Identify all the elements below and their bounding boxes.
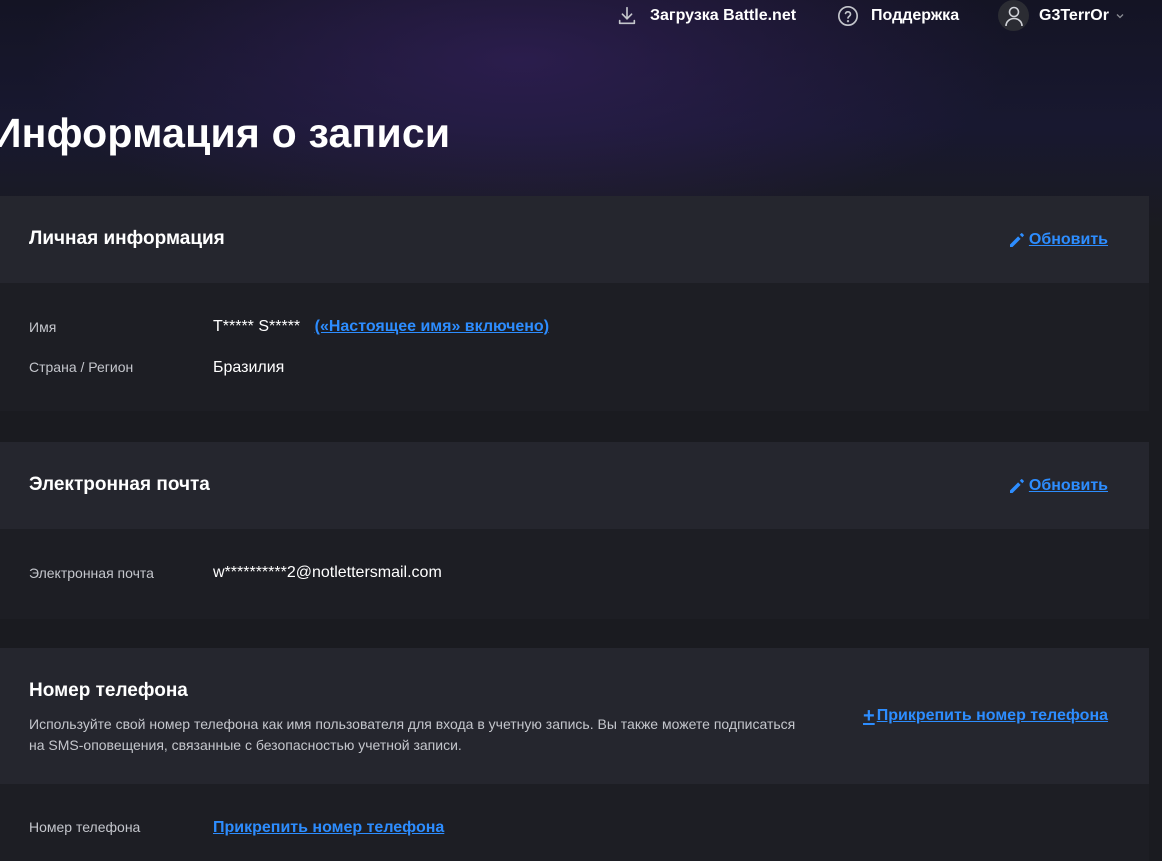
account-name: G3TerrOr — [1039, 6, 1109, 24]
pencil-icon — [1009, 479, 1024, 493]
phone-body: Номер телефона Прикрепить номер телефона — [0, 784, 1149, 861]
page-title: Информация о записи — [0, 110, 451, 156]
account-menu[interactable]: G3TerrOr — [998, 0, 1125, 31]
phone-title: Номер телефона — [29, 680, 188, 701]
email-header: Электронная почта Обновить — [0, 442, 1149, 529]
chevron-down-icon — [1116, 13, 1124, 18]
personal-info-body: Имя T***** S***** («Настоящее имя» включ… — [0, 283, 1149, 411]
personal-info-title: Личная информация — [29, 228, 225, 249]
real-id-link[interactable]: («Настоящее имя» включено) — [315, 318, 549, 335]
country-label: Страна / Регион — [29, 359, 134, 375]
email-card: Электронная почта Обновить Электронная п… — [0, 442, 1149, 619]
email-title: Электронная почта — [29, 474, 210, 495]
support-link[interactable]: Поддержка — [837, 5, 959, 27]
download-label: Загрузка Battle.net — [650, 7, 797, 24]
download-icon — [618, 6, 636, 25]
country-value: Бразилия — [213, 359, 285, 376]
phone-attach-value-link[interactable]: Прикрепить номер телефона — [213, 819, 444, 837]
name-label: Имя — [29, 319, 57, 335]
personal-info-update-link[interactable]: Обновить — [1009, 231, 1108, 249]
name-value: T***** S***** — [213, 318, 301, 335]
attach-phone-label: Прикрепить номер телефона — [876, 707, 1108, 724]
phone-description: Используйте свой номер телефона как имя … — [29, 716, 796, 753]
email-update-label: Обновить — [1028, 477, 1108, 494]
personal-info-card: Личная информация Обновить Имя T***** S*… — [0, 196, 1149, 411]
personal-info-header: Личная информация Обновить — [0, 196, 1149, 283]
name-row-value: T***** S***** («Настоящее имя» включено) — [213, 318, 549, 336]
phone-label: Номер телефона — [29, 819, 141, 835]
pencil-icon — [1009, 233, 1024, 247]
user-icon — [1004, 6, 1023, 26]
avatar — [998, 0, 1029, 31]
email-update-link[interactable]: Обновить — [1009, 477, 1108, 495]
plus-icon: + — [863, 705, 875, 727]
download-battlenet-link[interactable]: Загрузка Battle.net — [616, 5, 796, 27]
phone-header: Номер телефона Используйте свой номер те… — [0, 648, 1149, 784]
help-circle-icon — [838, 6, 858, 26]
email-body: Электронная почта w**********2@notletter… — [0, 529, 1149, 619]
email-label: Электронная почта — [29, 565, 154, 581]
attach-phone-link[interactable]: + Прикрепить номер телефона — [863, 705, 1108, 727]
phone-card: Номер телефона Используйте свой номер те… — [0, 648, 1149, 861]
support-label: Поддержка — [871, 7, 960, 24]
email-value: w**********2@notlettersmail.com — [213, 564, 442, 581]
personal-update-label: Обновить — [1028, 231, 1108, 248]
